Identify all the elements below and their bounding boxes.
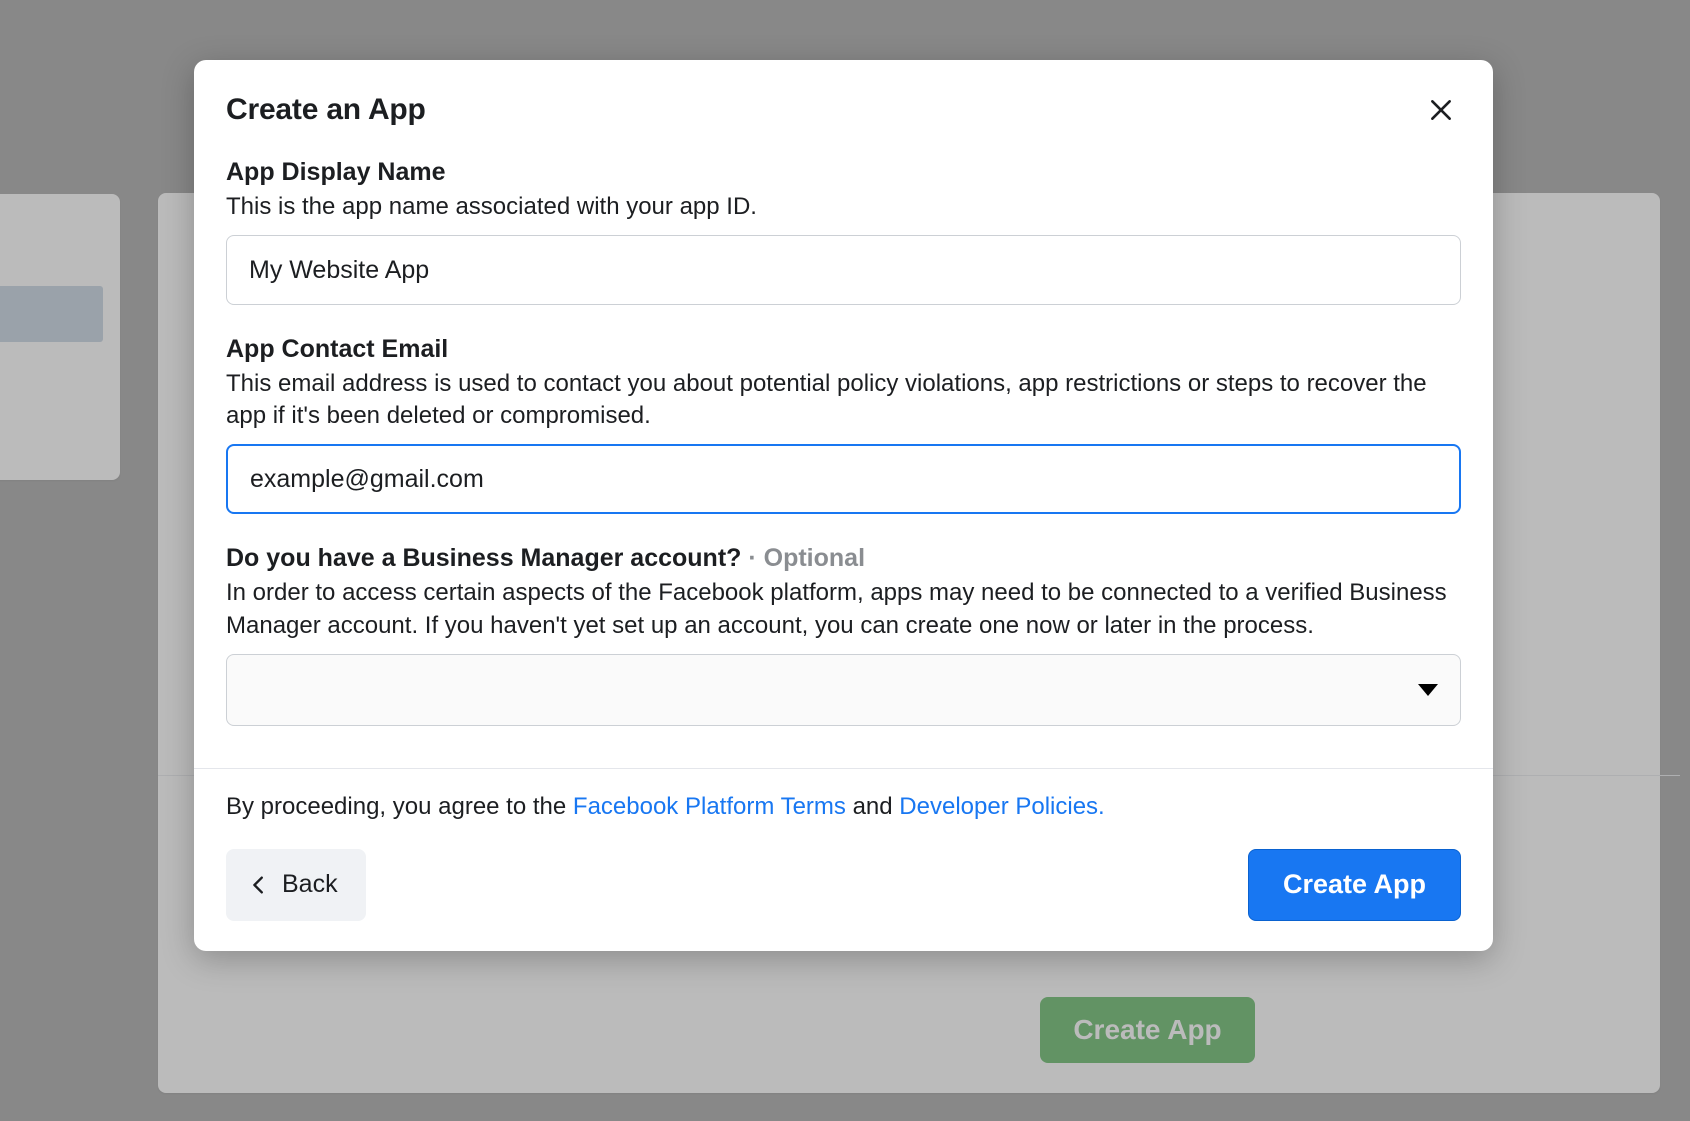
footer-actions: Back Create App <box>226 849 1461 921</box>
close-button[interactable] <box>1421 90 1461 130</box>
contact-email-input[interactable] <box>226 444 1461 514</box>
chevron-down-icon <box>1418 684 1438 696</box>
developer-policies-link[interactable]: Developer Policies. <box>899 793 1104 820</box>
agree-and: and <box>846 793 899 820</box>
business-manager-description: In order to access certain aspects of th… <box>226 577 1461 641</box>
dialog-footer: By proceeding, you agree to the Facebook… <box>194 768 1493 951</box>
contact-email-description: This email address is used to contact yo… <box>226 368 1461 432</box>
dialog-title: Create an App <box>226 93 426 127</box>
platform-terms-link[interactable]: Facebook Platform Terms <box>573 793 846 820</box>
dialog-header: Create an App <box>226 90 1461 130</box>
section-display-name: App Display Name This is the app name as… <box>226 158 1461 305</box>
section-contact-email: App Contact Email This email address is … <box>226 335 1461 514</box>
display-name-label: App Display Name <box>226 158 1461 187</box>
chevron-left-icon <box>248 874 270 896</box>
back-button[interactable]: Back <box>226 849 366 921</box>
create-app-button[interactable]: Create App <box>1248 849 1461 921</box>
create-app-button-label: Create App <box>1283 869 1426 899</box>
dialog-body: Create an App App Display Name This is t… <box>194 60 1493 768</box>
business-manager-label: Do you have a Business Manager account? … <box>226 544 1461 573</box>
agreement-text: By proceeding, you agree to the Facebook… <box>226 793 1461 821</box>
agree-prefix: By proceeding, you agree to the <box>226 793 573 820</box>
business-manager-label-text: Do you have a Business Manager account? <box>226 544 741 572</box>
back-button-label: Back <box>282 870 338 899</box>
contact-email-label: App Contact Email <box>226 335 1461 364</box>
display-name-description: This is the app name associated with you… <box>226 191 1461 223</box>
create-app-dialog: Create an App App Display Name This is t… <box>194 60 1493 951</box>
close-icon <box>1428 97 1454 123</box>
business-manager-dropdown[interactable] <box>226 654 1461 726</box>
section-business-manager: Do you have a Business Manager account? … <box>226 544 1461 725</box>
business-manager-optional-tag: · Optional <box>741 544 865 572</box>
display-name-input[interactable] <box>226 235 1461 305</box>
